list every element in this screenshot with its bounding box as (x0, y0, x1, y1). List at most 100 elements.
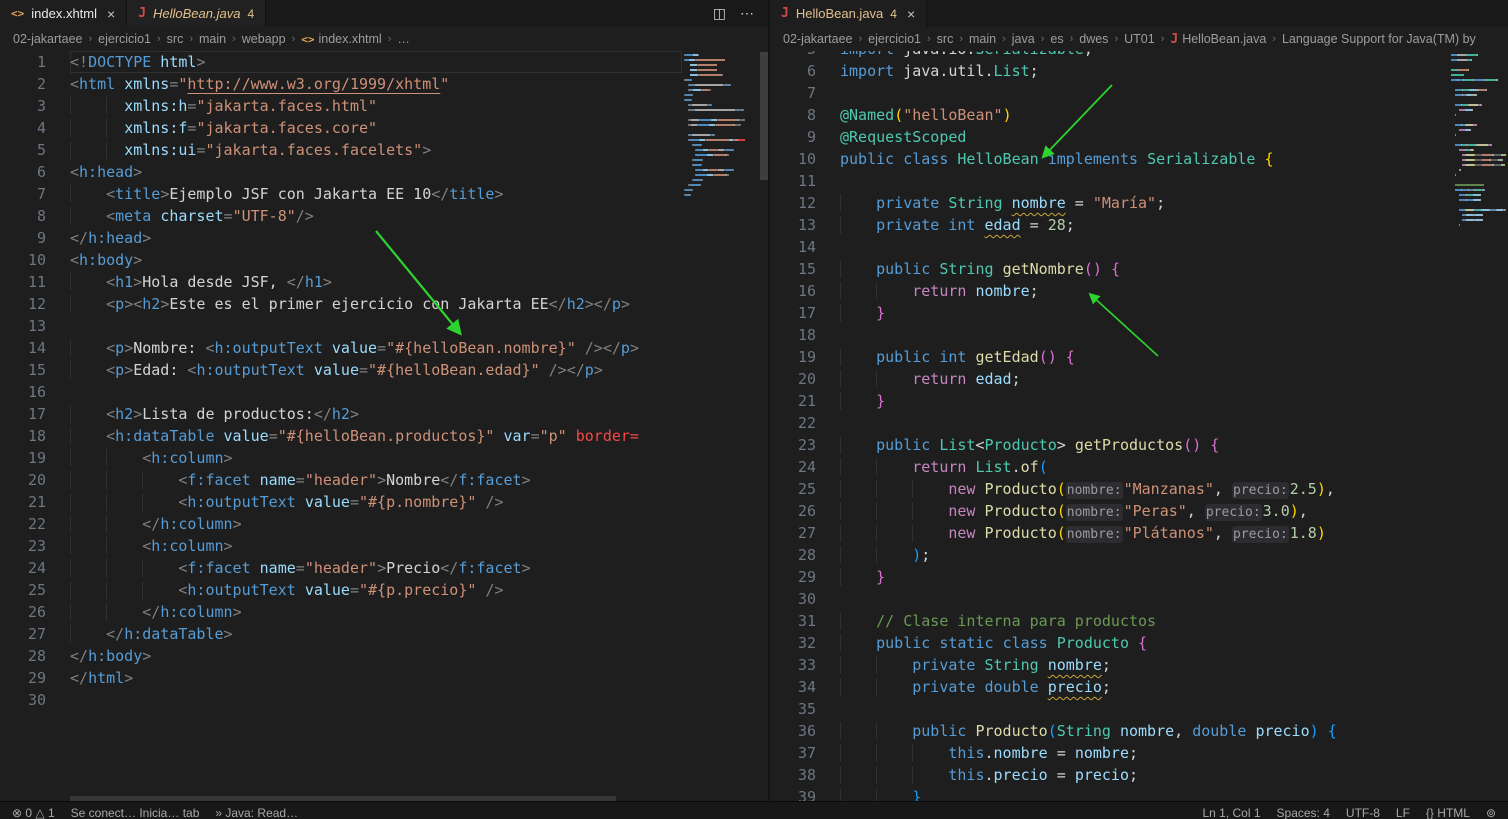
breadcrumb-item[interactable]: ejercicio1 (868, 32, 921, 46)
breadcrumb-item[interactable]: 02-jakartaee (783, 32, 853, 46)
code-line[interactable]: 7 (770, 82, 1446, 104)
code-line[interactable]: 24 <f:facet name="header">Precio</f:face… (0, 557, 682, 579)
code-line[interactable]: 17 } (770, 302, 1446, 324)
code-line[interactable]: 10public class HelloBean implements Seri… (770, 148, 1446, 170)
code-line[interactable]: 9</h:head> (0, 227, 682, 249)
status-item[interactable]: UTF-8 (1346, 806, 1380, 819)
code-line[interactable]: 13 private int edad = 28; (770, 214, 1446, 236)
code-line[interactable]: 14 <p>Nombre: <h:outputText value="#{hel… (0, 337, 682, 359)
code-line[interactable]: 37 this.nombre = nombre; (770, 742, 1446, 764)
status-item[interactable]: Ln 1, Col 1 (1202, 806, 1260, 819)
code-line[interactable]: 22 (770, 412, 1446, 434)
code-line[interactable]: 10<h:body> (0, 249, 682, 271)
code-line[interactable]: 24 return List.of( (770, 456, 1446, 478)
code-line[interactable]: 32 public static class Producto { (770, 632, 1446, 654)
breadcrumb-item[interactable]: ejercicio1 (98, 32, 151, 46)
status-item[interactable]: » Java: Read… (215, 806, 298, 819)
breadcrumb-item[interactable]: UT01 (1124, 32, 1155, 46)
code-line[interactable]: 17 <h2>Lista de productos:</h2> (0, 403, 682, 425)
code-line[interactable]: 33 private String nombre; (770, 654, 1446, 676)
close-icon[interactable]: × (107, 7, 115, 21)
code-line[interactable]: 20 return edad; (770, 368, 1446, 390)
code-line[interactable]: 30 (770, 588, 1446, 610)
code-editor-left[interactable]: 1<!DOCTYPE html>2<html xmlns="http://www… (0, 51, 682, 711)
status-item[interactable]: Spaces: 4 (1277, 806, 1330, 819)
breadcrumb-item[interactable]: <>index.xhtml (301, 32, 381, 46)
breadcrumb-item[interactable]: es (1050, 32, 1063, 46)
status-item[interactable]: ⊗ 0 △ 1 (12, 806, 55, 819)
code-line[interactable]: 13 (0, 315, 682, 337)
breadcrumb-item[interactable]: 02-jakartaee (13, 32, 83, 46)
code-line[interactable]: 34 private double precio; (770, 676, 1446, 698)
breadcrumb-item[interactable]: JHelloBean.java (1170, 32, 1266, 47)
code-line[interactable]: 25 <h:outputText value="#{p.precio}" /> (0, 579, 682, 601)
breadcrumb-item[interactable]: webapp (242, 32, 286, 46)
code-line[interactable]: 27 </h:dataTable> (0, 623, 682, 645)
code-line[interactable]: 23 <h:column> (0, 535, 682, 557)
code-line[interactable]: 15 <p>Edad: <h:outputText value="#{hello… (0, 359, 682, 381)
code-line[interactable]: 26 </h:column> (0, 601, 682, 623)
breadcrumb-item[interactable]: java (1012, 32, 1035, 46)
breadcrumb-item[interactable]: dwes (1079, 32, 1108, 46)
code-line[interactable]: 23 public List<Producto> getProductos() … (770, 434, 1446, 456)
code-editor-right[interactable]: 5import java.io.Serializable;6import jav… (770, 38, 1446, 806)
code-line[interactable]: 28 ); (770, 544, 1446, 566)
breadcrumb-item[interactable]: src (167, 32, 184, 46)
more-actions-icon[interactable]: ⋯ (740, 5, 754, 22)
code-line[interactable]: 18 (770, 324, 1446, 346)
vertical-scrollbar-left[interactable] (760, 52, 768, 180)
code-line[interactable]: 12 <p><h2>Este es el primer ejercicio co… (0, 293, 682, 315)
code-line[interactable]: 8@Named("helloBean") (770, 104, 1446, 126)
status-item[interactable]: {} HTML (1426, 806, 1470, 819)
code-line[interactable]: 3 xmlns:h="jakarta.faces.html" (0, 95, 682, 117)
code-line[interactable]: 11 (770, 170, 1446, 192)
code-line[interactable]: 16 (0, 381, 682, 403)
code-line[interactable]: 4 xmlns:f="jakarta.faces.core" (0, 117, 682, 139)
code-line[interactable]: 11 <h1>Hola desde JSF, </h1> (0, 271, 682, 293)
code-line[interactable]: 29</html> (0, 667, 682, 689)
split-editor-icon[interactable]: ◫ (713, 5, 726, 22)
minimap-right[interactable] (1451, 54, 1508, 229)
status-item[interactable]: LF (1396, 806, 1410, 819)
code-line[interactable]: 26 new Producto(nombre:"Peras", precio:3… (770, 500, 1446, 522)
code-line[interactable]: 14 (770, 236, 1446, 258)
code-line[interactable]: 9@RequestScoped (770, 126, 1446, 148)
code-line[interactable]: 29 } (770, 566, 1446, 588)
code-line[interactable]: 12 private String nombre = "María"; (770, 192, 1446, 214)
code-line[interactable]: 16 return nombre; (770, 280, 1446, 302)
code-line[interactable]: 18 <h:dataTable value="#{helloBean.produ… (0, 425, 682, 447)
code-line[interactable]: 22 </h:column> (0, 513, 682, 535)
code-line[interactable]: 5 xmlns:ui="jakarta.faces.facelets"> (0, 139, 682, 161)
code-line[interactable]: 21 <h:outputText value="#{p.nombre}" /> (0, 491, 682, 513)
status-item[interactable]: Se conect… Inicia… tab (71, 806, 200, 819)
code-line[interactable]: 28</h:body> (0, 645, 682, 667)
tab-index.xhtml[interactable]: <>index.xhtml× (0, 0, 127, 27)
code-line[interactable]: 25 new Producto(nombre:"Manzanas", preci… (770, 478, 1446, 500)
code-line[interactable]: 8 <meta charset="UTF-8"/> (0, 205, 682, 227)
close-icon[interactable]: × (907, 7, 915, 21)
breadcrumb-item[interactable]: … (397, 32, 410, 46)
tab-HelloBean.java[interactable]: JHelloBean.java4 (127, 0, 266, 27)
code-line[interactable]: 7 <title>Ejemplo JSF con Jakarta EE 10</… (0, 183, 682, 205)
code-line[interactable]: 1<!DOCTYPE html> (0, 51, 682, 73)
code-line[interactable]: 36 public Producto(String nombre, double… (770, 720, 1446, 742)
breadcrumb-item[interactable]: main (199, 32, 226, 46)
breadcrumb-item[interactable]: main (969, 32, 996, 46)
breadcrumb-item[interactable]: Language Support for Java(TM) by (1282, 32, 1476, 46)
code-line[interactable]: 38 this.precio = precio; (770, 764, 1446, 786)
code-line[interactable]: 20 <f:facet name="header">Nombre</f:face… (0, 469, 682, 491)
code-line[interactable]: 2<html xmlns="http://www.w3.org/1999/xht… (0, 73, 682, 95)
code-line[interactable]: 35 (770, 698, 1446, 720)
code-line[interactable]: 6import java.util.List; (770, 60, 1446, 82)
tab-HelloBean.java[interactable]: JHelloBean.java4× (770, 0, 927, 27)
code-line[interactable]: 19 <h:column> (0, 447, 682, 469)
code-line[interactable]: 15 public String getNombre() { (770, 258, 1446, 280)
code-line[interactable]: 27 new Producto(nombre:"Plátanos", preci… (770, 522, 1446, 544)
code-line[interactable]: 21 } (770, 390, 1446, 412)
status-item[interactable]: ⊚ (1486, 806, 1496, 819)
code-line[interactable]: 31 // Clase interna para productos (770, 610, 1446, 632)
code-line[interactable]: 30 (0, 689, 682, 711)
code-line[interactable]: 19 public int getEdad() { (770, 346, 1446, 368)
minimap-left[interactable] (684, 54, 760, 204)
breadcrumb-item[interactable]: src (937, 32, 954, 46)
